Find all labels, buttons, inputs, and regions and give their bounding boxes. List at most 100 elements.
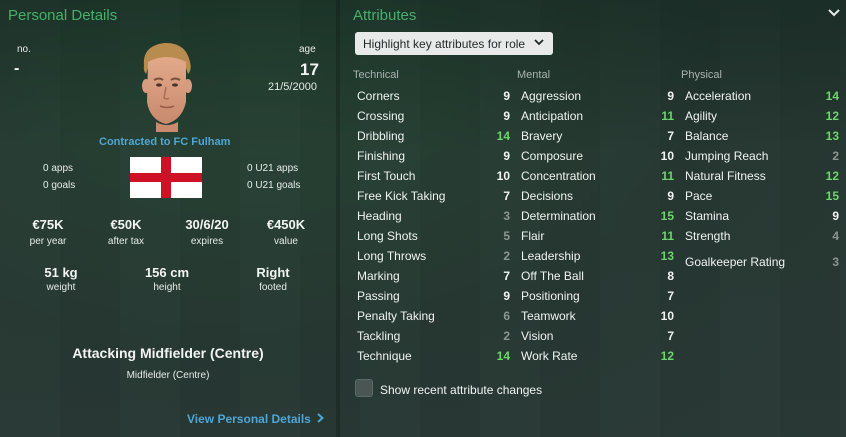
attribute-row: Anticipation 11 bbox=[521, 106, 674, 126]
attribute-row: Flair 11 bbox=[521, 226, 674, 246]
attribute-row: Work Rate 12 bbox=[521, 346, 674, 366]
attribute-name: Teamwork bbox=[521, 309, 576, 323]
attribute-value: 9 bbox=[503, 109, 510, 123]
attribute-value: 11 bbox=[661, 109, 674, 123]
attribute-name: Composure bbox=[521, 149, 584, 163]
after-tax-label: after tax bbox=[107, 236, 145, 247]
attribute-row: Dribbling 14 bbox=[357, 126, 510, 146]
preferred-foot-label: footed bbox=[259, 282, 287, 293]
attribute-name: First Touch bbox=[357, 169, 416, 183]
view-personal-details-link[interactable]: View Personal Details bbox=[187, 410, 325, 428]
attribute-value: 3 bbox=[503, 209, 510, 223]
attribute-value: 5 bbox=[503, 229, 510, 243]
attribute-value: 7 bbox=[667, 129, 674, 143]
attribute-value: 6 bbox=[503, 309, 510, 323]
attribute-name: Marking bbox=[357, 269, 400, 283]
attribute-value: 9 bbox=[832, 209, 839, 223]
technical-header: Technical bbox=[353, 69, 399, 81]
attribute-value: 7 bbox=[667, 329, 674, 343]
attribute-row: Heading 3 bbox=[357, 206, 510, 226]
u21-goals-count: 0 U21 goals bbox=[247, 180, 301, 191]
attribute-name: Determination bbox=[521, 209, 596, 223]
attribute-row: Technique 14 bbox=[357, 346, 510, 366]
attribute-name: Crossing bbox=[357, 109, 405, 123]
attribute-value: 15 bbox=[660, 209, 674, 223]
attribute-name: Concentration bbox=[521, 169, 596, 183]
weight-value: 51 kg bbox=[44, 265, 78, 280]
age-value: 17 bbox=[300, 60, 319, 79]
attribute-row: Composure 10 bbox=[521, 146, 674, 166]
goalkeeper-rating-value: 3 bbox=[832, 255, 839, 269]
attribute-name: Work Rate bbox=[521, 349, 578, 363]
attribute-row: Penalty Taking 6 bbox=[357, 306, 510, 326]
chevron-right-icon bbox=[317, 413, 325, 423]
attribute-value: 10 bbox=[660, 149, 674, 163]
attribute-row: Bravery 7 bbox=[521, 126, 674, 146]
after-tax-value: €50K bbox=[110, 217, 142, 232]
attribute-value: 15 bbox=[825, 189, 839, 203]
attribute-name: Acceleration bbox=[685, 89, 752, 103]
attribute-name: Penalty Taking bbox=[357, 309, 435, 323]
attribute-row: Finishing 9 bbox=[357, 146, 510, 166]
attribute-name: Bravery bbox=[521, 129, 563, 143]
preferred-foot-value: Right bbox=[256, 265, 290, 280]
attribute-name: Leadership bbox=[521, 249, 581, 263]
attribute-name: Passing bbox=[357, 289, 400, 303]
attribute-value: 9 bbox=[503, 149, 510, 163]
physical-header: Physical bbox=[681, 69, 722, 81]
attribute-row: First Touch 10 bbox=[357, 166, 510, 186]
attribute-name: Natural Fitness bbox=[685, 169, 766, 183]
attribute-value: 13 bbox=[660, 249, 674, 263]
personal-details-title: Personal Details bbox=[8, 7, 118, 24]
height-value: 156 cm bbox=[144, 265, 190, 280]
attribute-value: 13 bbox=[825, 129, 839, 143]
attribute-row: Decisions 9 bbox=[521, 186, 674, 206]
attribute-row: Off The Ball 8 bbox=[521, 266, 674, 286]
highlight-role-dropdown[interactable]: Highlight key attributes for role bbox=[355, 32, 553, 55]
market-value: €450K bbox=[266, 217, 306, 232]
attribute-row: Marking 7 bbox=[357, 266, 510, 286]
attribute-row: Determination 15 bbox=[521, 206, 674, 226]
england-flag-icon bbox=[130, 157, 202, 198]
attribute-name: Aggression bbox=[521, 89, 582, 103]
attribute-name: Finishing bbox=[357, 149, 406, 163]
attribute-value: 11 bbox=[661, 229, 674, 243]
market-value-label: value bbox=[274, 236, 298, 247]
attribute-name: Flair bbox=[521, 229, 545, 243]
attribute-row: Leadership 13 bbox=[521, 246, 674, 266]
attribute-row: Long Throws 2 bbox=[357, 246, 510, 266]
weight-label: weight bbox=[46, 282, 76, 293]
contract-club-link[interactable]: Contracted to FC Fulham bbox=[99, 136, 230, 148]
attribute-name: Balance bbox=[685, 129, 729, 143]
attribute-row: Pace 15 bbox=[685, 186, 839, 206]
attribute-row: Agility 12 bbox=[685, 106, 839, 126]
show-changes-checkbox[interactable] bbox=[355, 379, 373, 397]
chevron-down-icon[interactable] bbox=[828, 8, 840, 18]
goalkeeper-rating-row: Goalkeeper Rating 3 bbox=[685, 252, 839, 272]
number-label: no. bbox=[17, 44, 31, 55]
attribute-value: 14 bbox=[825, 89, 839, 103]
attribute-row: Corners 9 bbox=[357, 86, 510, 106]
highlight-role-dropdown-value: Highlight key attributes for role bbox=[363, 37, 526, 51]
attribute-value: 9 bbox=[503, 89, 510, 103]
wage-value: €75K bbox=[32, 217, 64, 232]
number-value: - bbox=[14, 60, 20, 77]
show-changes-label: Show recent attribute changes bbox=[380, 383, 543, 397]
attribute-name: Positioning bbox=[521, 289, 580, 303]
attribute-name: Vision bbox=[521, 329, 554, 343]
attributes-title: Attributes bbox=[353, 7, 417, 24]
attribute-row: Concentration 11 bbox=[521, 166, 674, 186]
attribute-value: 11 bbox=[661, 169, 674, 183]
flag-cross-vertical bbox=[161, 157, 171, 198]
attribute-row: Natural Fitness 12 bbox=[685, 166, 839, 186]
attribute-name: Heading bbox=[357, 209, 402, 223]
attribute-value: 2 bbox=[503, 329, 510, 343]
attribute-name: Long Shots bbox=[357, 229, 418, 243]
wage-label: per year bbox=[29, 236, 67, 247]
attribute-value: 12 bbox=[825, 109, 839, 123]
u21-apps-count: 0 U21 apps bbox=[247, 163, 299, 174]
attribute-name: Corners bbox=[357, 89, 400, 103]
attribute-name: Stamina bbox=[685, 209, 730, 223]
attribute-value: 8 bbox=[667, 269, 674, 283]
attribute-row: Crossing 9 bbox=[357, 106, 510, 126]
